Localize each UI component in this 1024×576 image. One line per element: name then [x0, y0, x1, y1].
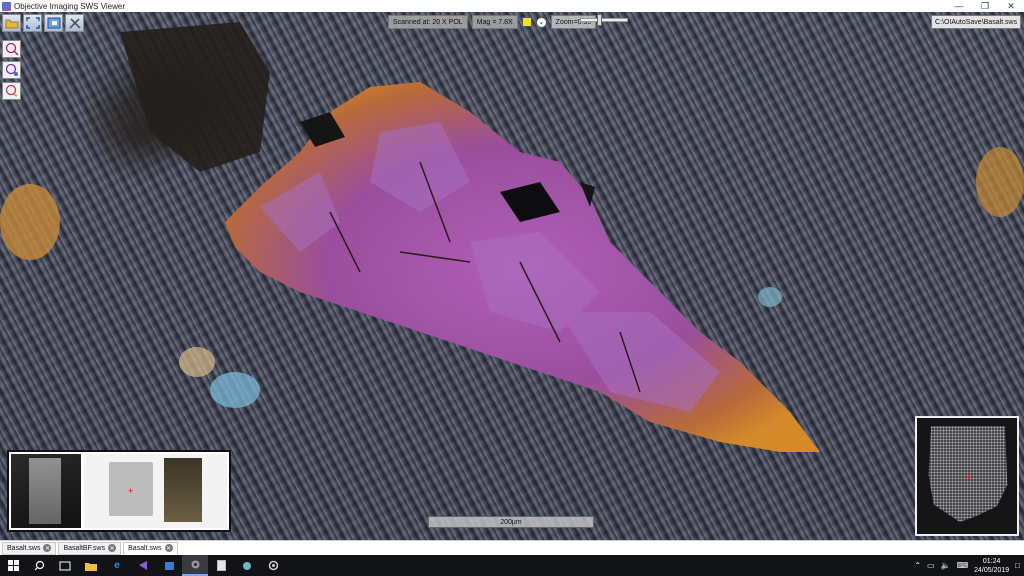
settings-gear-icon[interactable]: [260, 555, 286, 576]
file-path: C:\OIAutoSave\Basalt.sws: [931, 15, 1022, 29]
close-icon[interactable]: ✕: [43, 544, 52, 552]
notifications-icon[interactable]: □: [1015, 561, 1020, 570]
overview-icon[interactable]: [44, 14, 63, 32]
slide-thumbnail-panel[interactable]: +: [7, 450, 231, 532]
document-icon[interactable]: [208, 555, 234, 576]
mag-info: Mag = 7.8X: [471, 15, 518, 29]
tab-basaltbf[interactable]: BasaltBF.sws ✕: [58, 541, 122, 555]
position-marker-icon: +: [128, 486, 134, 496]
scan-info: Scanned at: 20 X POL: [388, 15, 468, 29]
tab-basalt-1[interactable]: Basalt.sws ✕: [2, 541, 57, 555]
slide-overview-image[interactable]: +: [84, 454, 227, 528]
fit-screen-icon[interactable]: [23, 14, 42, 32]
visual-studio-icon[interactable]: [130, 555, 156, 576]
annotate-icon[interactable]: [2, 40, 21, 58]
measure-icon[interactable]: [2, 61, 21, 79]
chevron-up-icon[interactable]: ⌃: [914, 561, 921, 570]
network-app-icon[interactable]: [234, 555, 260, 576]
clock-date: 24/05/2019: [974, 566, 1010, 574]
slide-label-image: [11, 454, 81, 528]
zoom-slider[interactable]: [580, 14, 628, 26]
search-icon[interactable]: [26, 555, 52, 576]
app-logo-icon: [2, 1, 11, 11]
document-tabs: Basalt.sws ✕ BasaltBF.sws ✕ Basalt.sws ✕: [0, 540, 1024, 555]
close-button[interactable]: ✕: [998, 0, 1024, 12]
main-toolbar: [2, 14, 84, 32]
zoom-slider-thumb[interactable]: [597, 14, 602, 26]
network-icon[interactable]: ▭: [927, 561, 935, 570]
tab-label: Basalt.sws: [7, 544, 41, 552]
sws-viewer-taskbar-icon[interactable]: [182, 555, 208, 576]
close-icon[interactable]: ✕: [164, 544, 173, 552]
app-window: Objective Imaging SWS Viewer — ❐ ✕ Scann…: [0, 0, 1024, 576]
minimize-button[interactable]: —: [946, 0, 972, 12]
navigator-panel[interactable]: +: [915, 416, 1019, 536]
marker-color-swatch[interactable]: [521, 17, 532, 27]
tab-basalt-2[interactable]: Basalt.sws ✕: [123, 541, 178, 555]
language-icon[interactable]: ⌨: [957, 561, 969, 570]
tools-icon[interactable]: [65, 14, 84, 32]
close-icon[interactable]: ✕: [108, 544, 117, 552]
layers-icon[interactable]: [2, 82, 21, 100]
clock[interactable]: 01:24 24/05/2019: [974, 557, 1009, 575]
scale-bar: 200µm: [428, 516, 594, 528]
task-view-icon[interactable]: [52, 555, 78, 576]
chevron-down-icon[interactable]: ⌄: [535, 16, 547, 28]
open-folder-icon[interactable]: [2, 14, 21, 32]
title-bar: Objective Imaging SWS Viewer — ❐ ✕: [0, 0, 1024, 12]
side-toolbar: [2, 40, 21, 100]
app-store-icon[interactable]: [156, 555, 182, 576]
status-bar: Scanned at: 20 X POL Mag = 7.8X ⌄ Zoom=0…: [388, 15, 597, 29]
taskbar: e ⌃ ▭ 🔈 ⌨ 01:24 24/05/2019 □: [0, 555, 1024, 576]
window-title: Objective Imaging SWS Viewer: [14, 1, 126, 11]
edge-browser-icon[interactable]: e: [104, 555, 130, 576]
windows-start-icon[interactable]: [0, 555, 26, 576]
clock-time: 01:24: [982, 557, 1001, 565]
tab-label: Basalt.sws: [128, 544, 162, 552]
file-explorer-icon[interactable]: [78, 555, 104, 576]
maximize-button[interactable]: ❐: [972, 0, 998, 12]
volume-icon[interactable]: 🔈: [941, 561, 951, 570]
tab-label: BasaltBF.sws: [63, 544, 106, 552]
position-marker-icon: +: [965, 471, 972, 483]
system-tray: ⌃ ▭ 🔈 ⌨ 01:24 24/05/2019 □: [914, 557, 1024, 575]
